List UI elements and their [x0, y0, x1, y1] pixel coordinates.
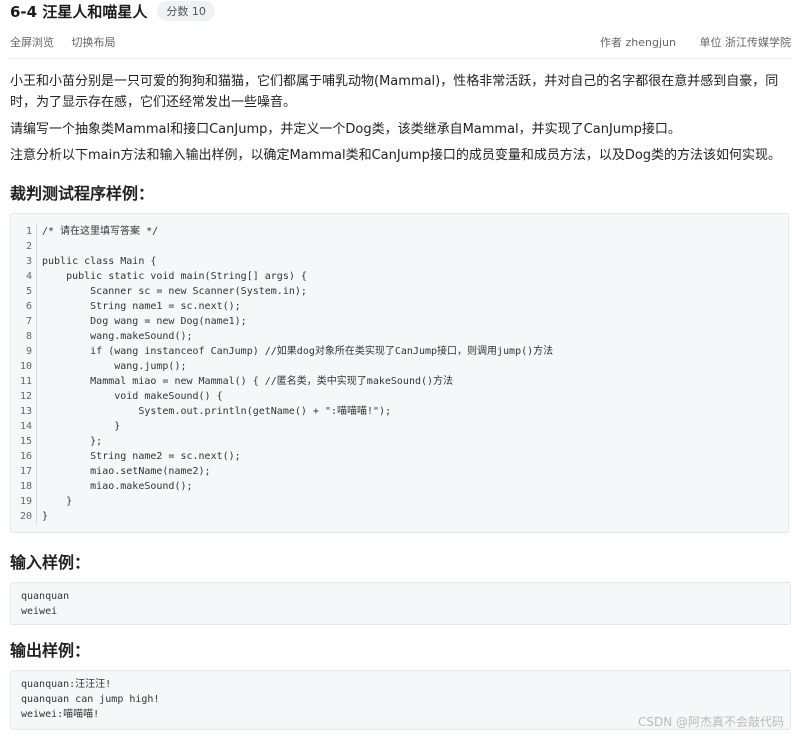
- line-number: 10: [11, 359, 37, 374]
- code-line: 15 };: [11, 434, 788, 449]
- author-label: 作者 zhengjun: [600, 36, 676, 49]
- line-number: 5: [11, 284, 37, 299]
- line-number: 15: [11, 434, 37, 449]
- line-number: 1: [11, 224, 37, 239]
- watermark: CSDN @阿杰真不会敲代码: [637, 715, 784, 729]
- code-text: Scanner sc = new Scanner(System.in);: [42, 286, 307, 297]
- code-text: miao.setName(name2);: [42, 466, 211, 477]
- input-sample-text: quanquan weiwei: [21, 591, 70, 617]
- line-number: 11: [11, 374, 37, 389]
- code-line: 4 public static void main(String[] args)…: [11, 269, 788, 284]
- line-number: 7: [11, 314, 37, 329]
- code-text: wang.jump();: [42, 361, 187, 372]
- code-text: String name1 = sc.next();: [42, 301, 241, 312]
- line-number: 13: [11, 404, 37, 419]
- code-line: 6 String name1 = sc.next();: [11, 299, 788, 314]
- description-paragraph-1: 小王和小苗分别是一只可爱的狗狗和猫猫，它们都属于哺乳动物(Mammal)，性格非…: [10, 74, 779, 110]
- code-text: }: [42, 511, 49, 522]
- line-number: 4: [11, 269, 37, 284]
- code-text: Mammal miao = new Mammal() { //匿名类，类中实现了…: [42, 376, 454, 387]
- code-line: 14 }: [11, 419, 788, 434]
- code-text: }: [42, 496, 73, 507]
- code-line: 17 miao.setName(name2);: [11, 464, 788, 479]
- code-text: miao.makeSound();: [42, 481, 193, 492]
- code-line: 12 void makeSound() {: [11, 389, 788, 404]
- line-number: 8: [11, 329, 37, 344]
- org-label: 单位 浙江传媒学院: [699, 36, 792, 49]
- line-number: 9: [11, 344, 37, 359]
- fullscreen-button[interactable]: 全屏浏览: [10, 36, 54, 49]
- code-line: 11 Mammal miao = new Mammal() { //匿名类，类中…: [11, 374, 788, 389]
- code-text: /* 请在这里填写答案 */: [42, 226, 159, 237]
- line-number: 3: [11, 254, 37, 269]
- score-badge: 分数 10: [157, 1, 215, 21]
- output-sample-heading: 输出样例：: [10, 641, 91, 660]
- code-text: };: [42, 436, 103, 447]
- code-line: 20}: [11, 509, 788, 524]
- code-text: void makeSound() {: [42, 391, 223, 402]
- code-block[interactable]: 1 /* 请在这里填写答案 */ 2 3 public class Main { 4 pu…: [10, 213, 789, 533]
- description-paragraph-2: 请编写一个抽象类Mammal和接口CanJump，并定义一个Dog类，该类继承自…: [10, 122, 681, 137]
- switch-layout-button[interactable]: 切换布局: [72, 36, 116, 49]
- problem-title: 6-4 汪星人和喵星人: [10, 2, 148, 21]
- code-line: 2: [11, 239, 788, 254]
- code-line: 5 Scanner sc = new Scanner(System.in);: [11, 284, 788, 299]
- line-number: 18: [11, 479, 37, 494]
- input-sample-block[interactable]: quanquan weiwei: [10, 582, 791, 625]
- divider: [10, 58, 791, 59]
- line-number: 14: [11, 419, 37, 434]
- line-number: 20: [11, 509, 37, 524]
- code-line: 8 wang.makeSound();: [11, 329, 788, 344]
- toolbar: 全屏浏览 切换布局 作者 zhengjun 单位 浙江传媒学院: [10, 32, 791, 50]
- code-text: public class Main {: [42, 256, 157, 267]
- code-text: if (wang instanceof CanJump) //如果dog对象所在…: [42, 346, 554, 357]
- code-line: 13 System.out.println(getName() + ":喵喵喵!…: [11, 404, 788, 419]
- line-number: 16: [11, 449, 37, 464]
- code-text: String name2 = sc.next();: [42, 451, 241, 462]
- code-line: 10 wang.jump();: [11, 359, 788, 374]
- code-text: public static void main(String[] args) {: [42, 271, 307, 282]
- judge-program-heading: 裁判测试程序样例：: [10, 184, 155, 203]
- line-number: 6: [11, 299, 37, 314]
- line-number: 12: [11, 389, 37, 404]
- code-line: 9 if (wang instanceof CanJump) //如果dog对象…: [11, 344, 788, 359]
- code-line: 18 miao.makeSound();: [11, 479, 788, 494]
- title-row: 6-4 汪星人和喵星人 分数 10: [10, 0, 215, 22]
- description-paragraph-3: 注意分析以下main方法和输入输出样例，以确定Mammal类和CanJump接口…: [10, 148, 782, 163]
- code-line: 1 /* 请在这里填写答案 */: [11, 224, 788, 239]
- code-text: }: [42, 421, 121, 432]
- code-line: 16 String name2 = sc.next();: [11, 449, 788, 464]
- line-number: 17: [11, 464, 37, 479]
- line-number: 19: [11, 494, 37, 509]
- code-line: 3 public class Main {: [11, 254, 788, 269]
- line-number: 2: [11, 239, 37, 254]
- code-line: 19 }: [11, 494, 788, 509]
- code-text: Dog wang = new Dog(name1);: [42, 316, 247, 327]
- code-text: wang.makeSound();: [42, 331, 193, 342]
- code-line: 7 Dog wang = new Dog(name1);: [11, 314, 788, 329]
- input-sample-heading: 输入样例：: [10, 553, 91, 572]
- code-text: System.out.println(getName() + ":喵喵喵!");: [42, 406, 392, 417]
